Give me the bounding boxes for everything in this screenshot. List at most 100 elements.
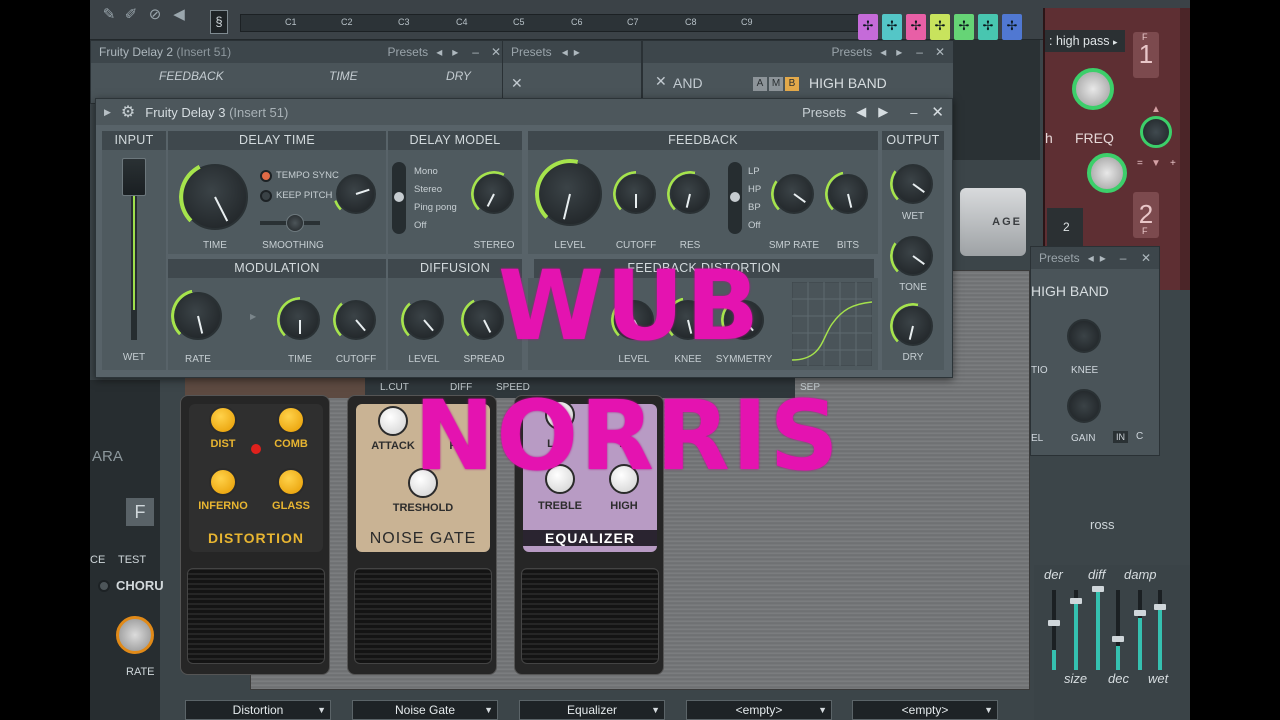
a-button[interactable]: A (753, 77, 767, 91)
filter-option[interactable]: BP (748, 202, 761, 213)
rate-knob[interactable] (116, 616, 154, 654)
close-icon[interactable]: ✕ (1141, 251, 1151, 265)
presets-button[interactable]: Presets (511, 45, 552, 59)
arrow-right-icon[interactable]: ▸ (896, 45, 902, 59)
delay-model-switch[interactable] (392, 162, 406, 234)
b-button[interactable]: B (785, 77, 799, 91)
model-option[interactable]: Off (414, 220, 427, 231)
channel-button[interactable]: ✢ (858, 14, 878, 40)
brush-icon[interactable]: ✐ (122, 6, 140, 24)
minimize-icon[interactable]: – (916, 45, 923, 59)
slider-handle[interactable] (1154, 604, 1166, 610)
menu-arrow-icon[interactable]: ▶ (104, 107, 111, 118)
res-knob[interactable] (1087, 153, 1127, 193)
filter-option[interactable]: LP (748, 166, 760, 177)
playlist-ruler[interactable]: C1 C2 C3 C4 C5 C6 C7 C8 C9 (240, 14, 860, 32)
comb-knob[interactable] (277, 406, 305, 434)
arrow-left-icon[interactable]: ◂ (562, 45, 568, 59)
in-button[interactable]: IN (1113, 431, 1128, 443)
presets-button[interactable]: Presets (388, 45, 429, 59)
tempo-sync-radio[interactable] (260, 170, 272, 182)
filter-option[interactable]: Off (748, 220, 761, 231)
m-button[interactable]: M (769, 77, 783, 91)
footswitch-grill[interactable] (354, 568, 492, 664)
close-icon[interactable]: ✕ (655, 73, 667, 90)
synth-knob[interactable] (1140, 116, 1172, 148)
mute-tool-icon[interactable]: ⊘ (146, 6, 164, 24)
wet-fader-handle[interactable] (122, 158, 146, 196)
slider-handle[interactable] (1048, 620, 1060, 626)
slot-select[interactable]: <empty> ▼ (852, 700, 998, 720)
close-icon[interactable]: ✕ (491, 45, 501, 59)
slot-select[interactable]: Equalizer ▼ (519, 700, 665, 720)
model-option[interactable]: Ping pong (414, 202, 457, 213)
close-icon[interactable]: ✕ (931, 103, 944, 121)
window-titlebar[interactable]: Presets ◂ ▸ (503, 41, 641, 63)
minimize-icon[interactable]: – (1120, 251, 1127, 265)
arrow-right-icon[interactable]: ▸ (452, 45, 458, 59)
gain-knob[interactable] (1067, 389, 1101, 423)
window-titlebar[interactable]: Presets ◂ ▸ – ✕ (643, 41, 953, 63)
arrow-left-icon[interactable]: ◂ (1088, 251, 1094, 265)
speaker-icon[interactable]: ◀ (170, 6, 188, 24)
keep-pitch-radio[interactable] (260, 190, 272, 202)
reverb-slider[interactable] (1134, 590, 1146, 670)
footswitch-grill[interactable] (187, 568, 325, 664)
window-titlebar[interactable]: Presets ◂ ▸ – ✕ (1031, 247, 1159, 269)
gear-icon[interactable]: ⚙ (121, 102, 135, 122)
tone-knob[interactable] (890, 233, 936, 279)
dist-knob[interactable] (209, 406, 237, 434)
res-knob[interactable] (667, 171, 713, 217)
output-wet-knob[interactable] (890, 161, 936, 207)
cutoff-knob[interactable] (613, 171, 659, 217)
chorus-toggle[interactable] (98, 580, 110, 592)
freq-knob[interactable] (1072, 68, 1114, 110)
window-titlebar[interactable]: ▶ ⚙ Fruity Delay 3 (Insert 51) Presets ◀… (96, 99, 952, 125)
stereo-knob[interactable] (471, 171, 517, 217)
slot-select[interactable]: <empty> ▼ (686, 700, 832, 720)
minimize-icon[interactable]: – (472, 45, 479, 59)
window-titlebar[interactable]: Fruity Delay 2 (Insert 51) Presets ◂ ▸ –… (91, 41, 509, 63)
arrow-left-icon[interactable]: ◂ (880, 45, 886, 59)
presets-button[interactable]: Presets (832, 45, 873, 59)
minimize-icon[interactable]: – (910, 105, 917, 120)
rate-knob[interactable] (171, 289, 225, 343)
channel-button[interactable]: ✢ (978, 14, 998, 40)
inferno-knob[interactable] (209, 468, 237, 496)
arrow-right-icon[interactable]: ▸ (574, 45, 580, 59)
reverb-slider[interactable] (1154, 590, 1166, 670)
bits-knob[interactable] (825, 171, 871, 217)
knee-knob[interactable] (1067, 319, 1101, 353)
arrow-left-icon[interactable]: ◀ (856, 104, 866, 120)
footswitch-grill[interactable] (521, 568, 659, 664)
arrow-left-icon[interactable]: ◂ (436, 45, 442, 59)
model-option[interactable]: Stereo (414, 184, 442, 195)
slider-handle[interactable] (1134, 610, 1146, 616)
close-icon[interactable]: ✕ (511, 75, 523, 92)
reverb-slider[interactable] (1070, 590, 1082, 670)
filter-option[interactable]: HP (748, 184, 761, 195)
smp-rate-knob[interactable] (771, 171, 817, 217)
filter-type-select[interactable]: : high pass ▸ (1045, 30, 1125, 52)
slot-select[interactable]: Noise Gate ▼ (352, 700, 498, 720)
value-box[interactable]: 2 (1047, 208, 1083, 248)
snap-icon[interactable]: § (210, 10, 228, 34)
reverb-slider[interactable] (1092, 586, 1104, 670)
arrow-up-icon[interactable]: ▲ (1151, 104, 1161, 115)
f-button[interactable]: F (126, 498, 154, 526)
slot-select[interactable]: Distortion ▼ (185, 700, 331, 720)
pencil-icon[interactable]: ✎ (100, 6, 118, 24)
channel-button[interactable]: ✢ (906, 14, 926, 40)
mod-cutoff-knob[interactable] (333, 297, 379, 343)
mod-time-knob[interactable] (277, 297, 323, 343)
switch-handle[interactable] (730, 192, 740, 202)
channel-button[interactable]: ✢ (954, 14, 974, 40)
slider-handle[interactable] (1112, 636, 1124, 642)
close-icon[interactable]: ✕ (935, 45, 945, 59)
reverb-slider[interactable] (1048, 590, 1060, 670)
channel-button[interactable]: ✢ (1002, 14, 1022, 40)
model-option[interactable]: Mono (414, 166, 438, 177)
time-knob[interactable] (179, 161, 251, 233)
glass-knob[interactable] (277, 468, 305, 496)
arrow-down-icon[interactable]: ▼ (1151, 158, 1161, 169)
